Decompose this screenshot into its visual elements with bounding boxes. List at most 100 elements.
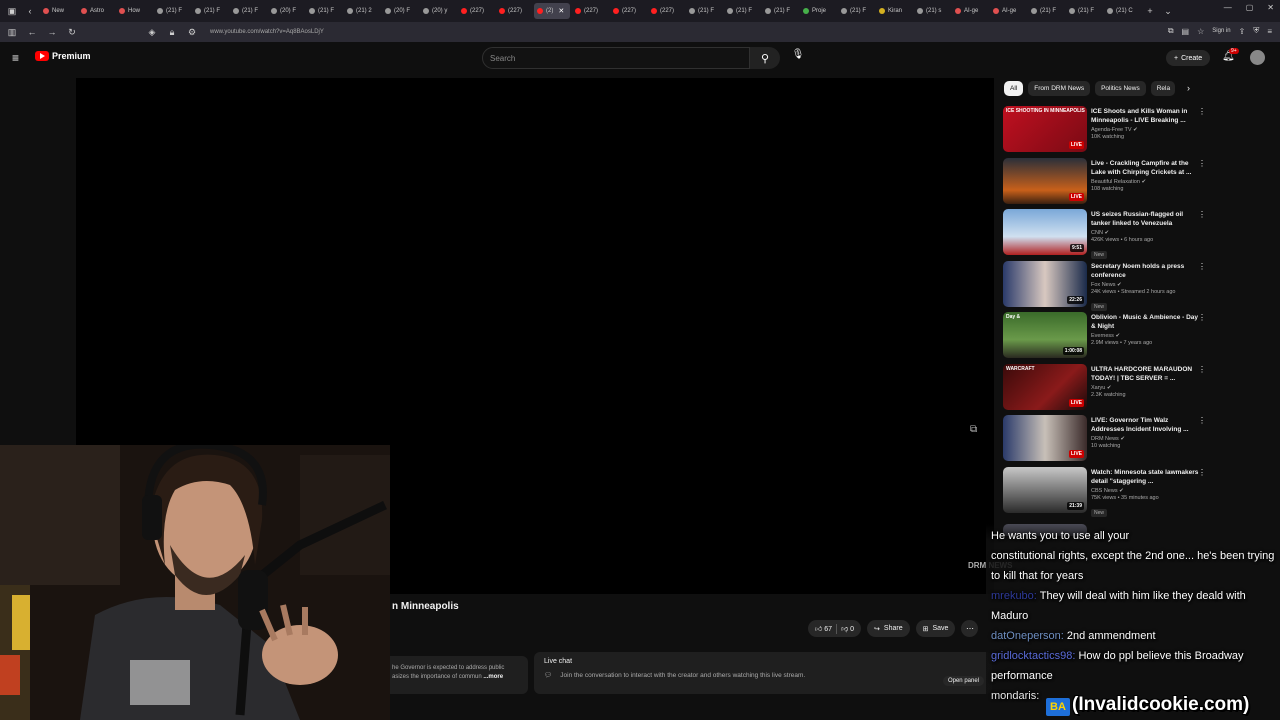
- browser-tab[interactable]: (227): [610, 3, 646, 19]
- shield-icon[interactable]: ◈: [146, 27, 158, 38]
- reload-icon[interactable]: ↻: [66, 27, 78, 38]
- back-icon[interactable]: ←: [26, 27, 38, 37]
- chip-0[interactable]: All: [1004, 81, 1024, 96]
- maximize-icon[interactable]: ▢: [1246, 3, 1254, 12]
- recommendation-thumbnail[interactable]: Day & 1:00:08: [1003, 312, 1087, 358]
- browser-tab[interactable]: (21) s: [914, 3, 950, 19]
- recommendation-channel[interactable]: Agenda-Free TV ✔: [1091, 127, 1199, 133]
- recommendation-thumbnail[interactable]: ICE SHOOTING IN MINNEAPOLIS LIVE: [1003, 106, 1087, 152]
- recommendation-thumbnail[interactable]: 22:26: [1003, 260, 1087, 307]
- recommendation-thumbnail[interactable]: 21:39: [1003, 466, 1087, 513]
- recommendation-title[interactable]: Watch: Minnesota state lawmakers detail …: [1091, 468, 1199, 486]
- recommendation-item[interactable]: 9:51 US seizes Russian-flagged oil tanker…: [1003, 209, 1213, 259]
- lock-icon[interactable]: 🔒︎: [166, 27, 178, 38]
- browser-tab[interactable]: (21) F: [838, 3, 874, 19]
- kebab-menu-icon[interactable]: ⋮: [1198, 313, 1206, 322]
- open-panel-button[interactable]: Open panel: [942, 676, 984, 686]
- extensions-icon[interactable]: ⇪: [1239, 27, 1246, 36]
- browser-tab[interactable]: (21) F: [724, 3, 760, 19]
- kebab-menu-icon[interactable]: ⋮: [1198, 159, 1206, 168]
- tab-close-icon[interactable]: ✕: [558, 7, 564, 15]
- browser-tab[interactable]: (21) F: [1066, 3, 1102, 19]
- like-button[interactable]: 👍︎ 67: [815, 624, 832, 633]
- recommendation-title[interactable]: US seizes Russian-flagged oil tanker lin…: [1091, 210, 1199, 228]
- kebab-menu-icon[interactable]: ⋮: [1198, 210, 1206, 219]
- description-box[interactable]: he Governor is expected to address publi…: [388, 656, 528, 694]
- browser-tab[interactable]: AI-ge: [990, 3, 1026, 19]
- kebab-menu-icon[interactable]: ⋮: [1198, 365, 1206, 374]
- bookmark-star-icon[interactable]: ☆: [1197, 27, 1204, 36]
- browser-tab[interactable]: (21) F: [192, 3, 228, 19]
- chip-1[interactable]: From DRM News: [1028, 81, 1091, 96]
- recommendation-title[interactable]: Secretary Noem holds a press conference: [1091, 262, 1199, 280]
- save-button[interactable]: ⊞ Save: [915, 620, 956, 637]
- voice-search-icon[interactable]: 🎙︎: [789, 49, 807, 67]
- show-more-link[interactable]: ...more: [483, 674, 503, 680]
- recommendation-item[interactable]: Day & 1:00:08 Oblivion - Music & Ambience …: [1003, 312, 1213, 360]
- recommendation-thumbnail[interactable]: LIVE: [1003, 415, 1087, 461]
- recommendation-title[interactable]: LIVE: Governor Tim Walz Addresses Incide…: [1091, 416, 1199, 434]
- recommendation-channel[interactable]: Xaryu ✔: [1091, 385, 1199, 391]
- close-window-icon[interactable]: ✕: [1267, 3, 1274, 12]
- kebab-menu-icon[interactable]: ⋮: [1198, 107, 1206, 116]
- browser-tab[interactable]: Kiran: [876, 3, 912, 19]
- create-button[interactable]: + Create: [1166, 50, 1211, 66]
- recommendation-thumbnail[interactable]: WARCRAFT LIVE: [1003, 363, 1087, 410]
- browser-tab[interactable]: How: [116, 3, 152, 19]
- browser-tab[interactable]: New: [40, 3, 76, 19]
- minimize-icon[interactable]: —: [1224, 3, 1232, 12]
- ublock-icon[interactable]: ⛨: [1253, 26, 1259, 36]
- account-avatar[interactable]: [1250, 50, 1265, 65]
- recommendation-title[interactable]: ICE Shoots and Kills Woman in Minneapoli…: [1091, 107, 1199, 125]
- browser-tab[interactable]: (20) F: [382, 3, 418, 19]
- chip-3[interactable]: Rela: [1150, 81, 1175, 96]
- browser-tab[interactable]: (21) F: [154, 3, 190, 19]
- browser-tab[interactable]: (21) F: [230, 3, 266, 19]
- more-actions-icon[interactable]: ⋯: [961, 620, 979, 637]
- recommendation-channel[interactable]: Beautiful Relaxation ✔: [1091, 179, 1199, 185]
- hamburger-menu-icon[interactable]: ≡: [12, 51, 19, 65]
- new-tab-icon[interactable]: +: [1142, 3, 1158, 19]
- share-button[interactable]: ↪ Share: [867, 620, 910, 637]
- url-bar[interactable]: www.youtube.com/watch?v=Aq8BAosLDjY: [210, 29, 324, 35]
- tab-overflow-icon[interactable]: ⌄: [1160, 3, 1176, 19]
- sidebar-toggle-icon[interactable]: ▥: [6, 27, 18, 38]
- recommendation-item[interactable]: WARCRAFT LIVE ULTRA HARDCORE MARAUDON TODA…: [1003, 363, 1213, 412]
- browser-tab[interactable]: Proje: [800, 3, 836, 19]
- permissions-icon[interactable]: ⚙: [186, 27, 198, 38]
- recommendation-title[interactable]: ULTRA HARDCORE MARAUDON TODAY! | TBC SER…: [1091, 365, 1199, 383]
- recommendation-channel[interactable]: CNN ✔: [1091, 230, 1199, 236]
- recommendation-channel[interactable]: CBS News ✔: [1091, 488, 1199, 494]
- recommendation-channel[interactable]: Everness ✔: [1091, 333, 1199, 339]
- youtube-premium-logo[interactable]: Premium: [35, 51, 91, 61]
- search-button[interactable]: ⚲: [750, 47, 780, 69]
- browser-tab[interactable]: (20) F: [268, 3, 304, 19]
- tab-scroll-left-icon[interactable]: ‹: [22, 3, 38, 19]
- recommendation-thumbnail[interactable]: LIVE: [1003, 157, 1087, 204]
- recommendation-title[interactable]: Oblivion - Music & Ambience - Day & Nigh…: [1091, 313, 1199, 331]
- recommendation-item[interactable]: 21:39 Watch: Minnesota state lawmakers de…: [1003, 466, 1213, 517]
- kebab-menu-icon[interactable]: ⋮: [1198, 262, 1206, 271]
- kebab-menu-icon[interactable]: ⋮: [1198, 468, 1206, 477]
- browser-tab[interactable]: (21) F: [762, 3, 798, 19]
- browser-tab[interactable]: (227): [496, 3, 532, 19]
- reader-icon[interactable]: ▤: [1182, 27, 1190, 36]
- kebab-menu-icon[interactable]: ⋮: [1198, 416, 1206, 425]
- chip-2[interactable]: Politics News: [1095, 81, 1146, 96]
- browser-tab[interactable]: (227): [648, 3, 684, 19]
- browser-tab[interactable]: (21) F: [306, 3, 342, 19]
- browser-tab[interactable]: (21) F: [1028, 3, 1064, 19]
- chevron-right-icon[interactable]: ›: [1187, 83, 1190, 93]
- recommendation-item[interactable]: LIVE Live - Crackling Campfire at the Lak…: [1003, 157, 1213, 206]
- search-input[interactable]: Search: [482, 47, 750, 69]
- browser-tab[interactable]: AI-ge: [952, 3, 988, 19]
- dislike-button[interactable]: 👎︎ 0: [841, 624, 854, 633]
- recommendation-item[interactable]: ICE SHOOTING IN MINNEAPOLIS LIVE ICE Shoot…: [1003, 106, 1213, 154]
- recommendation-channel[interactable]: DRM News ✔: [1091, 436, 1199, 442]
- browser-tab[interactable]: Astro: [78, 3, 114, 19]
- browser-tab[interactable]: (227): [572, 3, 608, 19]
- tab-list-icon[interactable]: ▣: [4, 3, 20, 19]
- recommendation-item[interactable]: LIVE LIVE: Governor Tim Walz Addresses In…: [1003, 415, 1213, 463]
- miniplayer-icon[interactable]: ⧉: [970, 424, 977, 435]
- app-menu-icon[interactable]: ≡: [1267, 27, 1272, 36]
